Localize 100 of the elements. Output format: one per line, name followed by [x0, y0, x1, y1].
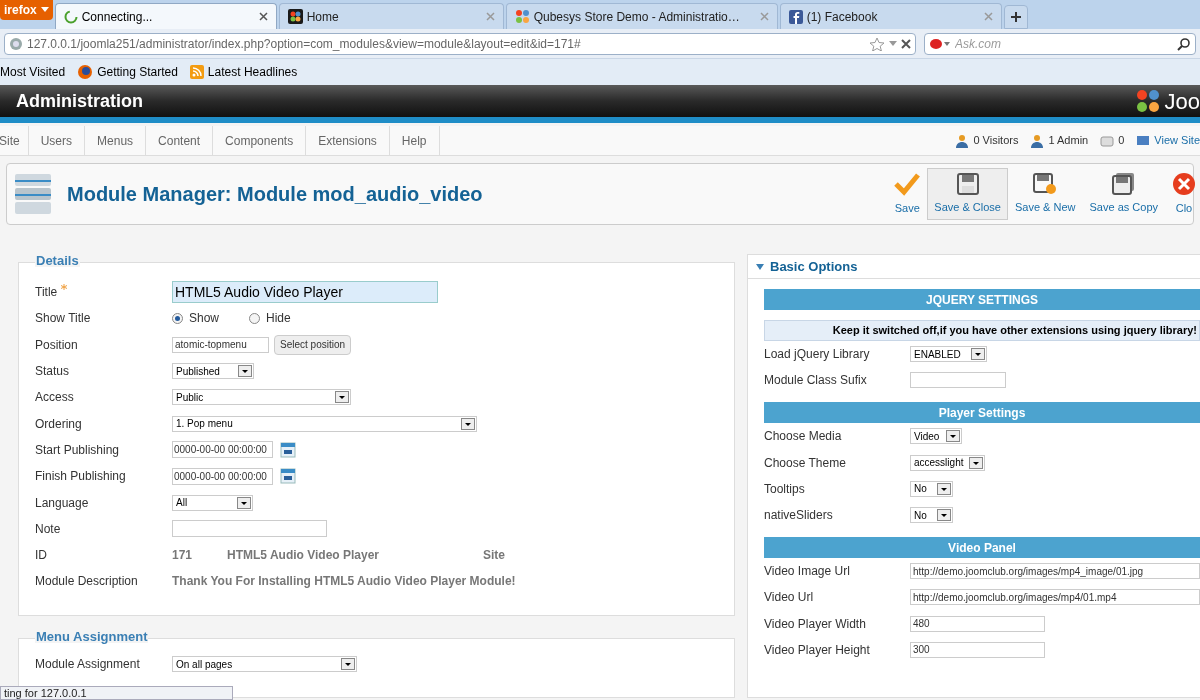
select-field[interactable]: On all pages: [172, 656, 357, 672]
dropdown-icon: [971, 348, 985, 361]
status-item: 1 Admin: [1030, 132, 1089, 149]
browser-tab[interactable]: (1) Facebook: [779, 3, 1002, 29]
toolbar-button[interactable]: Clo: [1165, 168, 1200, 220]
field-value: Thank You For Installing HTML5 Audio Video Player Module!: [172, 573, 516, 591]
logo-icon: [514, 9, 530, 24]
dropdown-icon: [937, 509, 951, 522]
close-icon: [759, 12, 769, 21]
select-field[interactable]: ENABLED: [910, 346, 987, 363]
caret-icon: [40, 7, 49, 13]
menu-item[interactable]: Users: [28, 126, 86, 155]
select-field[interactable]: accesslight: [910, 454, 985, 471]
toolbar-button[interactable]: Save & Close: [927, 168, 1008, 220]
user-icon: [955, 133, 970, 148]
field-label: Tooltips: [764, 480, 806, 498]
close-icon: [983, 12, 993, 21]
menu-item[interactable]: Menus: [85, 126, 147, 155]
field-label: Video Player Width: [764, 615, 867, 633]
menu-item[interactable]: Help: [389, 126, 440, 155]
dropdown-icon: [341, 658, 355, 670]
field-label: Module Class Sufix: [764, 372, 868, 390]
module-icon: [13, 172, 53, 216]
basic-options-toggle[interactable]: Basic Options: [748, 255, 1200, 279]
bookmark-link[interactable]: Latest Headlines: [189, 63, 298, 81]
search-icon: [1177, 36, 1191, 51]
star-icon: [869, 36, 885, 51]
field-label: Video Player Height: [764, 641, 871, 659]
field-label: Access: [35, 389, 74, 407]
text-field[interactable]: 300: [910, 641, 1045, 658]
dropdown-icon: [335, 391, 349, 404]
select-field[interactable]: Public: [172, 389, 351, 406]
select-field[interactable]: No: [910, 507, 953, 524]
status-item: 0 Visitors: [955, 132, 1019, 149]
spinner-icon: [63, 9, 78, 24]
notice-bar: Keep it switched off,if you have other extensions using jquery library!: [764, 320, 1200, 341]
select-field[interactable]: No: [910, 480, 953, 497]
menu-item[interactable]: Components: [213, 126, 307, 155]
globe-icon: [9, 36, 23, 51]
text-field[interactable]: [910, 372, 1006, 389]
toolbar-button[interactable]: Save: [887, 168, 928, 220]
dropdown-icon: [237, 496, 251, 509]
section-header: Video Panel: [764, 537, 1200, 559]
search-engine-icon: [929, 37, 951, 50]
view-site-link[interactable]: View Site: [1136, 132, 1200, 149]
date-field[interactable]: 0000-00-00 00:00:00: [172, 467, 273, 485]
field-label: Start Publishing: [35, 441, 120, 459]
search-field[interactable]: Ask.com: [955, 34, 1173, 53]
select-field[interactable]: 1. Pop menu: [172, 415, 477, 432]
field-label: Show Title: [35, 310, 91, 328]
tab-title: Connecting...: [81, 8, 154, 26]
text-field[interactable]: [172, 520, 327, 538]
toolbar-button[interactable]: Save as Copy: [1082, 168, 1165, 220]
status-tooltip: ting for 127.0.0.1: [0, 686, 233, 700]
field-label: Module Description: [35, 573, 138, 591]
bookmark-link[interactable]: Most Visited: [0, 63, 66, 81]
dropdown-icon: [937, 482, 951, 495]
text-field[interactable]: http://demo.joomclub.org/images/mp4_image/01.jpg: [910, 563, 1200, 580]
date-field[interactable]: 0000-00-00 00:00:00: [172, 441, 273, 459]
dropdown-icon: [969, 456, 983, 469]
dropdown-icon: [461, 417, 475, 430]
menu-item[interactable]: Content: [146, 126, 214, 155]
select-position-button[interactable]: Select position: [274, 334, 352, 355]
browser-tab[interactable]: Connecting...: [54, 3, 277, 29]
close-icon: [485, 12, 495, 21]
text-field[interactable]: 480: [910, 615, 1045, 632]
toolbar-button[interactable]: Save & New: [1008, 168, 1083, 220]
address-bar[interactable]: 127.0.0.1/joomla251/administrator/index.php?option=com_modules&view=module&layout=edit&id=171#: [4, 32, 916, 55]
close-icon: [258, 12, 268, 21]
new-tab-button[interactable]: [1003, 5, 1028, 29]
field-value: Site: [483, 547, 505, 565]
search-box[interactable]: Ask.com: [924, 32, 1196, 55]
browser-tab[interactable]: Qubesys Store Demo - Administratio…: [505, 3, 778, 29]
menu-item[interactable]: Extensions: [306, 126, 390, 155]
status-item: 0: [1100, 132, 1125, 149]
disk-icon: [1033, 172, 1058, 195]
text-field[interactable]: HTML5 Audio Video Player: [172, 281, 438, 304]
caret-icon: [756, 263, 764, 270]
field-label: Choose Media: [764, 428, 843, 446]
menu-item[interactable]: Site: [0, 126, 29, 155]
dropdown-icon: [946, 430, 960, 443]
text-field[interactable]: atomic-topmenu: [172, 336, 269, 353]
bookmark-link[interactable]: Getting Started: [77, 63, 178, 81]
tab-title: Qubesys Store Demo - Administratio…: [533, 8, 741, 26]
select-field[interactable]: Video: [910, 428, 962, 445]
field-label: ID: [35, 547, 47, 565]
url-text: 127.0.0.1/joomla251/administrator/index.php?option=com_modules&view=module&layout=edit&id=171#: [27, 35, 582, 53]
select-field[interactable]: Published: [172, 363, 254, 380]
plus-icon: [1009, 11, 1022, 23]
field-label: nativeSliders: [764, 507, 834, 525]
radio-option[interactable]: Show: [172, 309, 220, 328]
logo-icon: [287, 9, 303, 24]
select-field[interactable]: All: [172, 494, 253, 511]
text-field[interactable]: http://demo.joomclub.org/images/mp4/01.mp4: [910, 589, 1200, 606]
browser-tab[interactable]: Home: [278, 3, 504, 29]
section-header: Player Settings: [764, 402, 1200, 424]
field-label: Module Assignment: [35, 658, 141, 670]
field-label: Video Image Url: [764, 563, 851, 581]
radio-option[interactable]: Hide: [249, 309, 291, 328]
stop-icon: [901, 38, 911, 49]
